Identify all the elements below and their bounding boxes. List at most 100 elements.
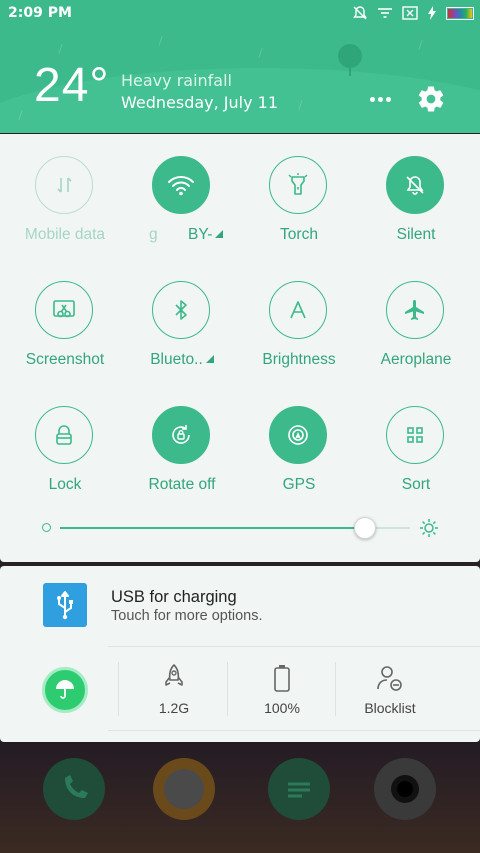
rotate-lock-icon (172, 425, 190, 444)
torch-icon (288, 173, 308, 195)
lock-icon (56, 425, 72, 445)
toggle-mobile-data[interactable]: Mobile data (5, 134, 125, 243)
phone-app-icon[interactable] (43, 758, 105, 820)
toggle-gps[interactable]: GPS (239, 384, 359, 493)
bluetooth-icon (175, 300, 187, 320)
toggle-wifi[interactable]: g BY- (122, 134, 242, 243)
slider-fill (60, 527, 365, 529)
tree-trunk (349, 66, 351, 76)
cleaner-button[interactable] (42, 667, 88, 713)
rotate-button[interactable] (152, 406, 210, 464)
tree-decoration (338, 44, 362, 68)
camera-app-icon[interactable] (374, 758, 436, 820)
divider (108, 646, 480, 647)
expand-triangle-icon[interactable] (205, 355, 214, 363)
usb-icon (57, 591, 73, 620)
toggle-lock[interactable]: Lock (5, 384, 125, 493)
battery-stat[interactable]: 100% (228, 662, 336, 716)
data-arrows-icon (57, 177, 72, 193)
bluetooth-label: Blueto.. (150, 351, 203, 368)
toggle-label: Screenshot (25, 351, 105, 368)
home-screen-background (0, 742, 480, 853)
mobile-data-button[interactable] (35, 156, 93, 214)
temperature: 24° (34, 59, 110, 112)
toggle-label: Rotate off (148, 476, 216, 493)
mute-notifications-icon (353, 6, 367, 20)
stat-value: 100% (264, 700, 300, 716)
airplane-icon (405, 300, 424, 320)
charging-icon (428, 6, 436, 20)
toggle-torch[interactable]: Torch (239, 134, 359, 243)
toggle-label: Lock (48, 476, 82, 493)
sort-button[interactable] (386, 406, 444, 464)
signal-icon (378, 8, 392, 18)
more-options-button[interactable] (366, 88, 394, 110)
brightness-high-icon (420, 519, 438, 537)
aeroplane-button[interactable] (386, 281, 444, 339)
toggle-brightness[interactable]: Brightness (239, 259, 359, 368)
toggle-screenshot[interactable]: Screenshot (5, 259, 125, 368)
notification-card: USB for charging Touch for more options.… (0, 566, 480, 742)
toggle-label: Aeroplane (380, 351, 452, 368)
wifi-button[interactable] (152, 156, 210, 214)
toggle-rotate[interactable]: Rotate off (122, 384, 242, 493)
gps-icon (288, 425, 308, 445)
divider (108, 730, 480, 731)
blocklist-user-icon (377, 666, 402, 691)
browser-app-icon[interactable] (153, 758, 215, 820)
slider-thumb[interactable] (354, 517, 376, 539)
blocklist-stat[interactable]: Blocklist (336, 662, 444, 716)
brightness-low-icon (42, 523, 51, 532)
toggle-sort[interactable]: Sort (356, 384, 476, 493)
battery-outline-icon (274, 665, 290, 692)
letter-a-icon (290, 301, 306, 319)
rain-streak (58, 44, 63, 54)
gear-icon[interactable] (416, 84, 446, 114)
toggle-label: Mobile data (24, 226, 106, 243)
expand-triangle-icon[interactable] (215, 230, 224, 238)
toggle-label: Sort (401, 476, 431, 493)
rain-streak (258, 48, 263, 58)
weather-condition: Heavy rainfall (121, 71, 232, 90)
status-bar: 2:09 PM (0, 0, 480, 28)
status-time: 2:09 PM (8, 5, 72, 21)
wifi-network-name: BY- (188, 226, 213, 243)
brightness-slider[interactable] (40, 514, 440, 542)
lock-button[interactable] (35, 406, 93, 464)
bell-off-icon (406, 176, 424, 195)
battery-icon (446, 6, 474, 20)
quick-settings-panel: Mobile data g BY- Torch Silent Screensho… (0, 134, 480, 562)
memory-stat[interactable]: 1.2G (120, 662, 228, 716)
bluetooth-button[interactable] (152, 281, 210, 339)
weather-header: 2:09 PM 24° Heavy rainfall Wednesday, Ju… (0, 0, 480, 133)
toggle-label: Silent (396, 226, 436, 243)
stat-value: Blocklist (364, 700, 416, 716)
rain-streak (418, 40, 423, 50)
toggle-label: GPS (282, 476, 316, 493)
toggle-aeroplane[interactable]: Aeroplane (356, 259, 476, 368)
rain-streak (158, 36, 163, 46)
toggle-label: Torch (280, 226, 318, 243)
no-sim-icon (402, 6, 418, 20)
silent-button[interactable] (386, 156, 444, 214)
screenshot-button[interactable] (35, 281, 93, 339)
usb-notification-icon (43, 583, 87, 627)
rocket-icon (165, 664, 183, 686)
messages-app-icon[interactable] (268, 758, 330, 820)
umbrella-icon (56, 680, 74, 699)
wifi-icon (168, 176, 194, 196)
wifi-label-fragment: g (149, 226, 158, 243)
notification-title[interactable]: USB for charging (111, 588, 237, 607)
toggle-label-wrap: Blueto.. (122, 351, 242, 369)
toggle-bluetooth[interactable]: Blueto.. (122, 259, 242, 368)
stat-value: 1.2G (158, 700, 190, 716)
status-icons (352, 5, 474, 21)
notification-subtitle: Touch for more options. (111, 608, 263, 624)
torch-button[interactable] (269, 156, 327, 214)
brightness-button[interactable] (269, 281, 327, 339)
gps-button[interactable] (269, 406, 327, 464)
toggle-label: Brightness (262, 351, 336, 368)
divider (118, 662, 119, 716)
date-text: Wednesday, July 11 (121, 93, 279, 112)
toggle-silent[interactable]: Silent (356, 134, 476, 243)
